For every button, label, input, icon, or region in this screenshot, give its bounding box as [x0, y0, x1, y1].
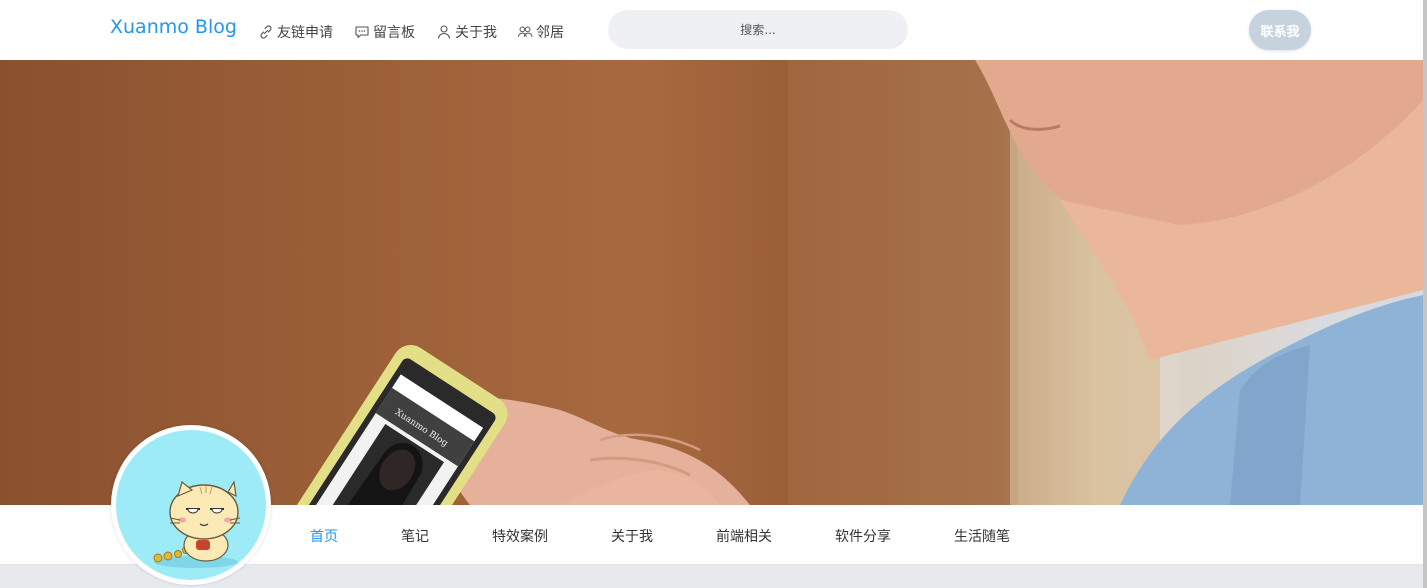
cartoon-cat-icon	[153, 480, 241, 568]
nav-label: 关于我	[455, 25, 497, 41]
site-logo[interactable]: Xuanmo Blog	[110, 16, 237, 38]
link-icon	[260, 25, 272, 39]
nav-label: 邻居	[536, 25, 564, 41]
avatar[interactable]	[111, 425, 271, 585]
user-icon	[437, 25, 451, 39]
category-tab-frontend[interactable]: 前端相关	[716, 526, 772, 546]
category-tab-home[interactable]: 首页	[310, 526, 338, 546]
top-navbar: Xuanmo Blog 友链申请 留言板 关于我 邻居 联系我	[0, 0, 1423, 60]
nav-link-friend-apply[interactable]: 友链申请	[258, 22, 333, 42]
category-tab-effects[interactable]: 特效案例	[492, 526, 548, 546]
page-scrollbar[interactable]	[1423, 0, 1427, 588]
nav-link-message-board[interactable]: 留言板	[354, 22, 415, 42]
nav-label: 留言板	[373, 25, 415, 41]
nav-link-neighbors[interactable]: 邻居	[517, 22, 564, 42]
category-tab-notes[interactable]: 笔记	[401, 526, 429, 546]
category-tab-about[interactable]: 关于我	[611, 526, 653, 546]
category-tab-software[interactable]: 软件分享	[835, 526, 891, 546]
contact-button[interactable]: 联系我	[1249, 10, 1311, 50]
avatar-image	[116, 430, 266, 580]
search-input[interactable]	[608, 10, 908, 49]
nav-link-about[interactable]: 关于我	[436, 22, 497, 42]
users-icon	[517, 26, 533, 37]
message-icon	[355, 26, 369, 39]
category-tab-life[interactable]: 生活随笔	[954, 526, 1010, 546]
nav-label: 友链申请	[277, 25, 333, 41]
